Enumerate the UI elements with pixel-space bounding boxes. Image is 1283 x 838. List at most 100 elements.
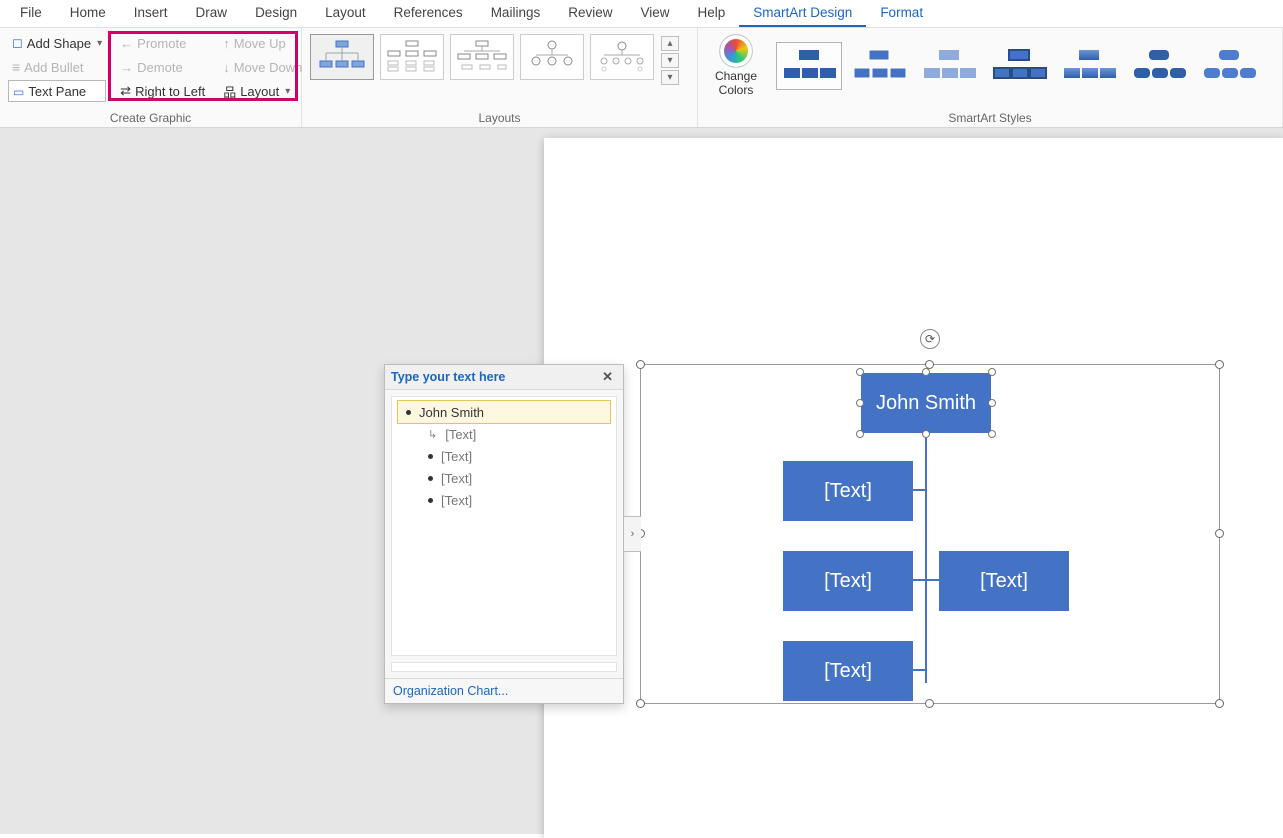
promote-button[interactable]: Promote [116, 32, 209, 54]
add-shape-button[interactable]: Add Shape ▾ [8, 32, 106, 54]
shape-handle[interactable] [922, 430, 930, 438]
tab-layout[interactable]: Layout [311, 0, 380, 27]
add-bullet-icon [12, 59, 20, 75]
group-label-styles: SmartArt Styles [698, 111, 1282, 125]
tab-help[interactable]: Help [684, 0, 740, 27]
shape-handle[interactable] [922, 368, 930, 376]
shape-handle[interactable] [988, 430, 996, 438]
color-wheel-icon [719, 34, 753, 68]
group-label-create-graphic: Create Graphic [0, 111, 301, 125]
tab-review[interactable]: Review [554, 0, 626, 27]
resize-handle[interactable] [636, 360, 645, 369]
layout-thumb-3[interactable] [450, 34, 514, 80]
close-icon[interactable]: ✕ [598, 369, 617, 385]
group-create-graphic: Add Shape ▾ Add Bullet Text Pane Promote [0, 28, 302, 127]
smartart-text-pane: Type your text here ✕ John Smith ↳ [Text… [384, 364, 624, 704]
style-thumb-5[interactable] [1056, 42, 1122, 90]
smartart-node-text: [Text] [980, 570, 1028, 593]
text-pane-item-2[interactable]: ↳ [Text] [398, 423, 610, 445]
move-down-button[interactable]: Move Down [219, 56, 306, 78]
gallery-up-button[interactable]: ▴ [661, 36, 679, 51]
add-shape-icon [12, 35, 23, 51]
rotate-handle-icon[interactable]: ⟳ [920, 329, 940, 349]
chevron-down-icon: ▾ [97, 38, 102, 49]
bullet-icon [406, 410, 411, 415]
smartart-node-child[interactable]: [Text] [939, 551, 1069, 611]
tab-design[interactable]: Design [241, 0, 311, 27]
tab-format[interactable]: Format [866, 0, 937, 27]
bullet-icon [428, 476, 433, 481]
smartart-node-child[interactable]: [Text] [783, 551, 913, 611]
arrow-left-icon [120, 36, 133, 51]
tab-smartart-design[interactable]: SmartArt Design [739, 0, 866, 27]
arrow-down-icon [223, 60, 230, 75]
text-pane-item-5[interactable]: [Text] [398, 489, 610, 511]
resize-handle[interactable] [636, 699, 645, 708]
text-pane-item-1[interactable]: John Smith [398, 401, 610, 423]
layout-dropdown-button[interactable]: Layout ▾ [219, 80, 306, 102]
layout-thumb-2[interactable] [380, 34, 444, 80]
tab-mailings[interactable]: Mailings [477, 0, 555, 27]
layouts-gallery-spinner: ▴ ▾ ▾ [660, 34, 680, 85]
move-up-button[interactable]: Move Up [219, 32, 306, 54]
change-colors-button[interactable]: Change Colors [706, 32, 766, 98]
text-pane-item-text: [Text] [445, 427, 476, 442]
text-pane-item-text: [Text] [441, 471, 472, 486]
smartart-selection-frame[interactable]: ⟳ › John Smith [Text] [640, 364, 1220, 704]
resize-handle[interactable] [925, 699, 934, 708]
tab-draw[interactable]: Draw [182, 0, 242, 27]
style-thumb-2[interactable] [846, 42, 912, 90]
layout-thumb-4[interactable] [520, 34, 584, 80]
tab-file[interactable]: File [6, 0, 56, 27]
style-thumb-1[interactable] [776, 42, 842, 90]
resize-handle[interactable] [1215, 699, 1224, 708]
demote-button[interactable]: Demote [116, 56, 209, 78]
gallery-more-button[interactable]: ▾ [661, 70, 679, 85]
shape-handle[interactable] [988, 368, 996, 376]
layout-thumb-1[interactable] [310, 34, 374, 80]
demote-label: Demote [137, 60, 183, 75]
styles-gallery [776, 32, 1262, 90]
text-pane-item-3[interactable]: [Text] [398, 445, 610, 467]
menu-bar: File Home Insert Draw Design Layout Refe… [0, 0, 1283, 28]
layout-label: Layout [240, 84, 279, 99]
text-pane-button[interactable]: Text Pane [8, 80, 106, 102]
layout-thumb-5[interactable] [590, 34, 654, 80]
tab-references[interactable]: References [380, 0, 477, 27]
resize-handle[interactable] [1215, 529, 1224, 538]
text-pane-preview-strip [391, 662, 617, 672]
connector-line [911, 579, 927, 581]
group-smartart-styles: Change Colors SmartArt Styles [698, 28, 1283, 127]
text-pane-item-4[interactable]: [Text] [398, 467, 610, 489]
gallery-down-button[interactable]: ▾ [661, 53, 679, 68]
style-thumb-4[interactable] [986, 42, 1052, 90]
smartart-node-text: John Smith [876, 392, 976, 415]
ribbon: Add Shape ▾ Add Bullet Text Pane Promote [0, 28, 1283, 128]
add-bullet-button[interactable]: Add Bullet [8, 56, 106, 78]
add-shape-label: Add Shape [27, 36, 91, 51]
bullet-icon [428, 498, 433, 503]
text-pane-body[interactable]: John Smith ↳ [Text] [Text] [Text] [Text] [391, 396, 617, 656]
shape-handle[interactable] [856, 399, 864, 407]
smartart-node-child[interactable]: [Text] [783, 461, 913, 521]
text-pane-toggle-tab[interactable]: › [623, 516, 641, 552]
smartart-node-child[interactable]: [Text] [783, 641, 913, 701]
text-pane-footer-link[interactable]: Organization Chart... [385, 678, 623, 703]
workspace: Type your text here ✕ John Smith ↳ [Text… [0, 128, 1283, 834]
style-thumb-3[interactable] [916, 42, 982, 90]
move-down-label: Move Down [234, 60, 303, 75]
tab-view[interactable]: View [626, 0, 683, 27]
shape-handle[interactable] [856, 368, 864, 376]
tab-home[interactable]: Home [56, 0, 120, 27]
style-thumb-6[interactable] [1126, 42, 1192, 90]
style-thumb-7[interactable] [1196, 42, 1262, 90]
rtl-label: Right to Left [135, 84, 205, 99]
resize-handle[interactable] [1215, 360, 1224, 369]
shape-handle[interactable] [988, 399, 996, 407]
arrow-up-icon [223, 36, 230, 51]
add-bullet-label: Add Bullet [24, 60, 83, 75]
shape-handle[interactable] [856, 430, 864, 438]
tab-insert[interactable]: Insert [120, 0, 182, 27]
right-to-left-button[interactable]: Right to Left [116, 80, 209, 102]
smartart-node-root[interactable]: John Smith [861, 373, 991, 433]
